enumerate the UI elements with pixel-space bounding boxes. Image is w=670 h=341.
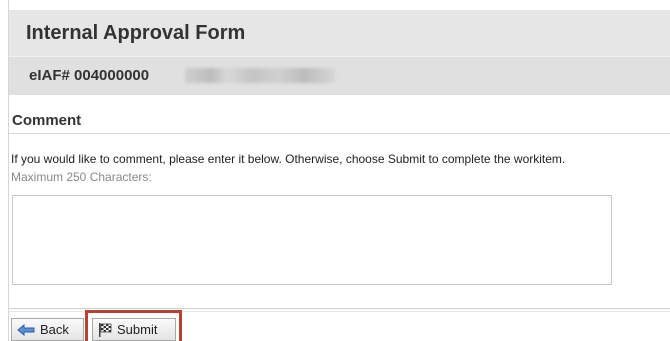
back-button[interactable]: Back: [11, 318, 84, 341]
header-subtitle-bar: eIAF# 004000000: [9, 56, 670, 95]
left-arrow-icon: [17, 323, 35, 336]
comment-instructions: If you would like to comment, please ent…: [11, 152, 566, 166]
comment-heading: Comment: [12, 112, 82, 129]
submit-button-label: Submit: [117, 322, 158, 337]
comment-textarea[interactable]: [12, 195, 612, 285]
page-title: Internal Approval Form: [26, 22, 246, 44]
form-header: Internal Approval Form eIAF# 004000000: [9, 10, 670, 95]
checkered-flag-icon: [98, 322, 112, 337]
footer-divider: [9, 308, 670, 309]
eiaf-number: eIAF# 004000000: [29, 67, 150, 84]
max-characters-label: Maximum 250 Characters:: [11, 170, 152, 184]
redacted-text: [185, 68, 335, 83]
heading-divider: [9, 133, 670, 134]
header-title-bar: Internal Approval Form: [9, 10, 670, 56]
back-button-label: Back: [40, 322, 69, 337]
submit-button[interactable]: Submit: [92, 318, 176, 341]
